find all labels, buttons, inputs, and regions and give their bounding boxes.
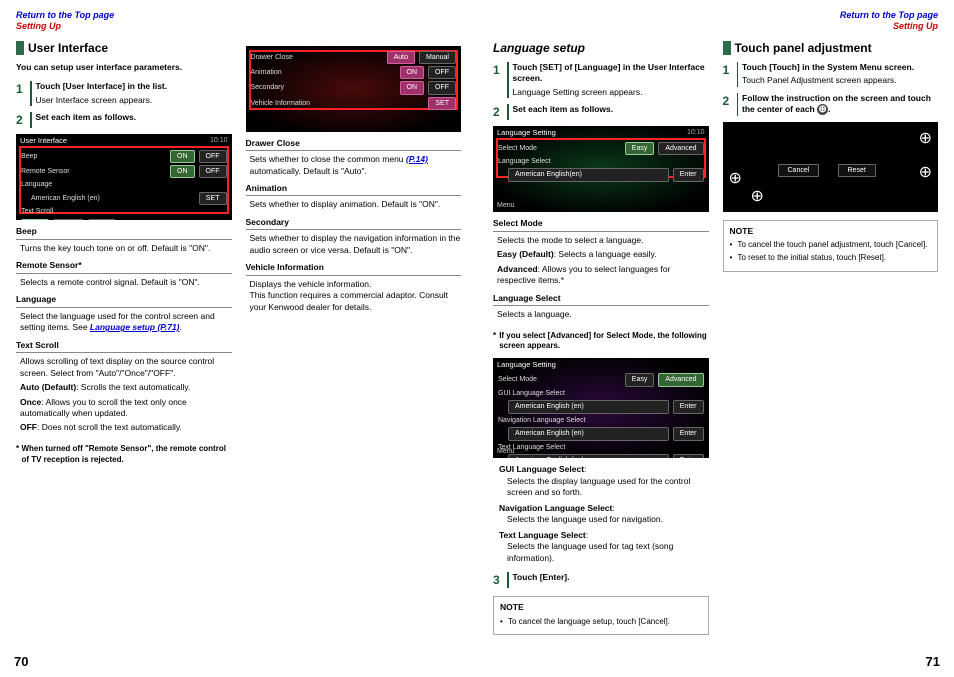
lang-step-1-title: Touch [SET] of [Language] in the User In… bbox=[513, 62, 709, 85]
screenshot-ui-2: Drawer CloseAutoManual AnimationONOFF Se… bbox=[246, 46, 462, 132]
lang-step-3-num: 3 bbox=[493, 572, 507, 588]
step-1-title: Touch [User Interface] in the list. bbox=[36, 81, 232, 92]
top-page-link-r[interactable]: Return to the Top page bbox=[840, 10, 938, 20]
advanced-note: *If you select [Advanced] for Select Mod… bbox=[493, 331, 709, 353]
note-language-cancel: NOTE •To cancel the language setup, touc… bbox=[493, 596, 709, 635]
touch-step-2-title: Follow the instruction on the screen and… bbox=[742, 93, 938, 116]
touch-step-1-num: 1 bbox=[723, 62, 737, 87]
setting-up-link[interactable]: Setting Up bbox=[16, 21, 61, 31]
touch-step-1-title: Touch [Touch] in the System Menu screen. bbox=[742, 62, 938, 73]
screenshot-touch-panel: ⊕ ⊕ ⊕ ⊕ Cancel Reset bbox=[723, 122, 939, 212]
param-secondary: Secondary bbox=[246, 217, 462, 230]
screenshot-language-setting: Language Setting 10:10 Select ModeEasyAd… bbox=[493, 126, 709, 212]
param-remote: Remote Sensor* bbox=[16, 260, 232, 273]
step-2-title: Set each item as follows. bbox=[36, 112, 232, 123]
lang-step-1-num: 1 bbox=[493, 62, 507, 98]
crosshair-icon: ⊕ bbox=[919, 128, 932, 150]
param-beep: Beep bbox=[16, 226, 232, 239]
param-language-select: Language Select bbox=[493, 293, 709, 306]
lang-step-1-desc: Language Setting screen appears. bbox=[513, 87, 709, 98]
language-setup-link[interactable]: Language setup (P.71) bbox=[90, 322, 180, 332]
lang-step-3-title: Touch [Enter]. bbox=[513, 572, 709, 583]
param-vehicle-info: Vehicle Information bbox=[246, 262, 462, 275]
lang-step-2-num: 2 bbox=[493, 104, 507, 120]
note-touch-panel: NOTE •To cancel the touch panel adjustme… bbox=[723, 220, 939, 272]
top-page-link[interactable]: Return to the Top page bbox=[16, 10, 114, 20]
crosshair-icon-inline: ⊕ bbox=[817, 104, 828, 115]
param-animation: Animation bbox=[246, 183, 462, 196]
screenshot-language-advanced: Language Setting Select ModeEasyAdvanced… bbox=[493, 358, 709, 458]
crosshair-icon: ⊕ bbox=[919, 162, 932, 184]
param-drawer: Drawer Close bbox=[246, 138, 462, 151]
setting-up-link-r[interactable]: Setting Up bbox=[893, 21, 938, 31]
param-text-scroll: Text Scroll bbox=[16, 340, 232, 353]
page-number-right: 71 bbox=[926, 654, 940, 669]
lang-step-2-title: Set each item as follows. bbox=[513, 104, 709, 115]
reset-button-ss: Reset bbox=[838, 164, 876, 177]
page-number-left: 70 bbox=[14, 654, 28, 669]
remote-sensor-note: *When turned off "Remote Sensor", the re… bbox=[16, 444, 232, 466]
section-user-interface: User Interface bbox=[16, 40, 232, 56]
crosshair-icon: ⊕ bbox=[751, 186, 764, 208]
screenshot-user-interface: User Interface 10:10 BeepONOFF Remote Se… bbox=[16, 134, 232, 220]
header-links-right: Return to the Top page Setting Up bbox=[493, 10, 938, 32]
step-1-num: 1 bbox=[16, 81, 30, 106]
step-2-num: 2 bbox=[16, 112, 30, 128]
param-select-mode: Select Mode bbox=[493, 218, 709, 231]
subsection-language-setup: Language setup bbox=[493, 40, 709, 56]
cancel-button-ss: Cancel bbox=[778, 164, 820, 177]
param-language: Language bbox=[16, 294, 232, 307]
touch-step-2-num: 2 bbox=[723, 93, 737, 116]
section-touch-panel: Touch panel adjustment bbox=[723, 40, 939, 56]
intro-text: You can setup user interface parameters. bbox=[16, 62, 232, 73]
touch-step-1-desc: Touch Panel Adjustment screen appears. bbox=[742, 75, 938, 86]
step-1-desc: User Interface screen appears. bbox=[36, 95, 232, 106]
crosshair-icon: ⊕ bbox=[729, 168, 742, 190]
p14-link[interactable]: (P.14) bbox=[406, 154, 428, 164]
header-links-left: Return to the Top page Setting Up bbox=[16, 10, 461, 32]
